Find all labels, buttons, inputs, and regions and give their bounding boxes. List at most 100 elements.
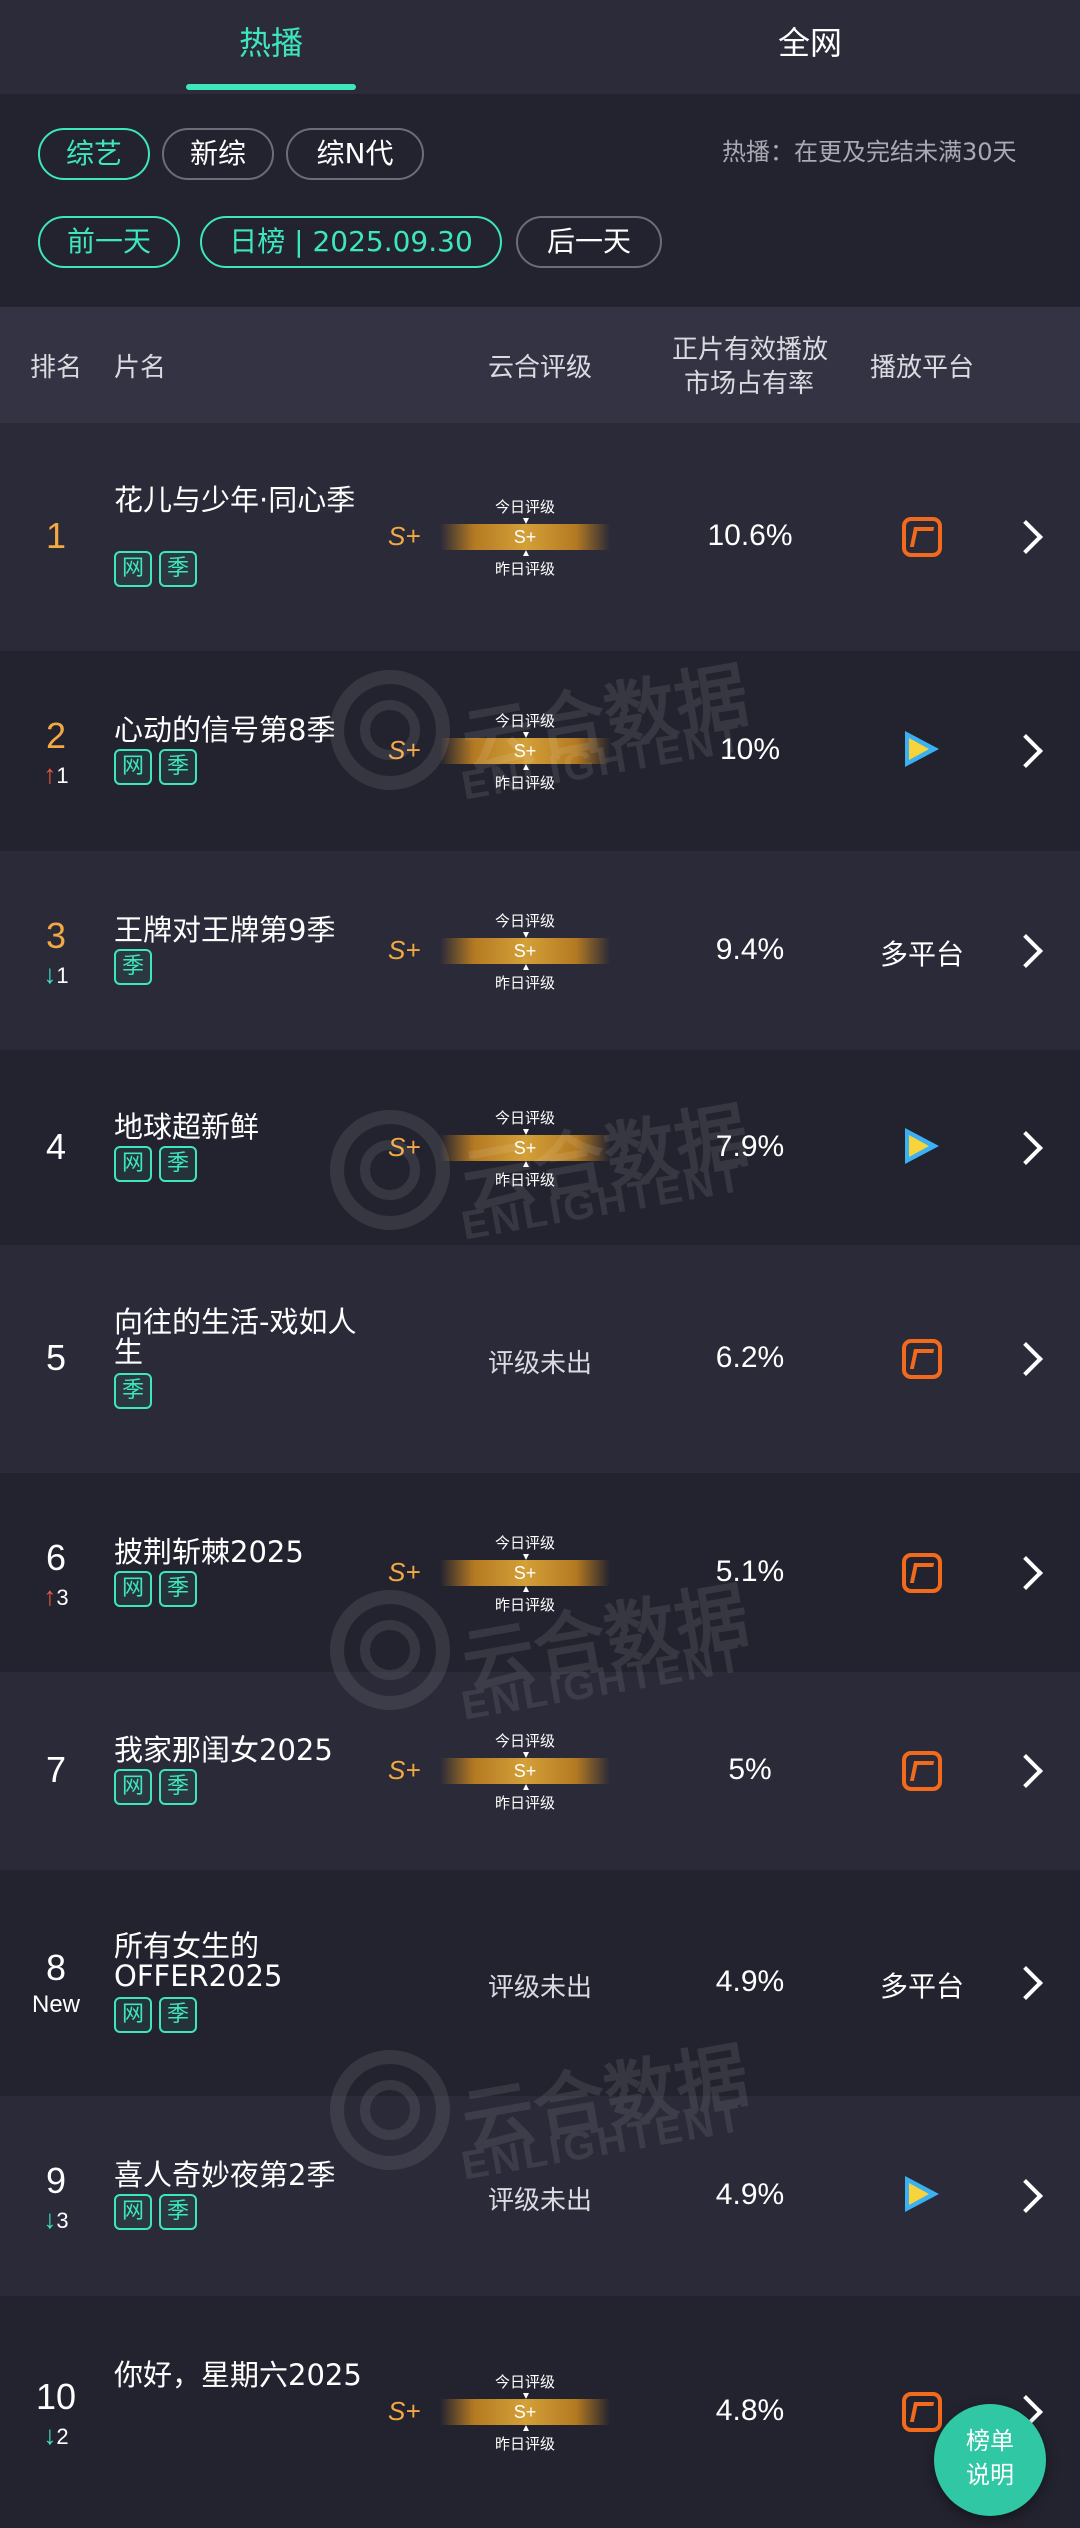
- rank-number: 8: [45, 1947, 67, 1988]
- platform[interactable]: [862, 2176, 982, 2216]
- show-title[interactable]: 披荆斩棘2025: [114, 1537, 384, 1567]
- chevron-right-icon[interactable]: [1009, 1966, 1043, 2000]
- chevron-right-icon[interactable]: [1009, 1342, 1043, 1376]
- show-tags: 网季: [114, 1997, 204, 2035]
- today-rating-label: 今日评级: [494, 712, 555, 730]
- rating-grade-bar: S+: [440, 524, 610, 550]
- show-title[interactable]: 所有女生的OFFER2025: [114, 1931, 384, 1991]
- chevron-right-icon[interactable]: [1009, 520, 1043, 554]
- filter-new-variety[interactable]: 新综: [162, 128, 274, 180]
- grade-label: S+: [388, 2396, 421, 2426]
- show-title[interactable]: 花儿与少年·同心季: [114, 485, 384, 515]
- arrow-down-icon: ↓: [43, 2420, 57, 2450]
- platform[interactable]: [862, 1127, 982, 1168]
- show-title[interactable]: 你好，星期六2025: [114, 2360, 384, 2390]
- tag-badge: 季: [159, 749, 197, 785]
- rating-bar: 今日评级 S+ 昨日评级: [440, 494, 610, 578]
- yesterday-rating-label: 昨日评级: [494, 2435, 555, 2453]
- platform[interactable]: [862, 1552, 982, 1597]
- show-tags: 网季: [114, 1769, 204, 1807]
- grade-label: S+: [388, 1131, 421, 1162]
- tag-badge: 网: [114, 1145, 152, 1182]
- filter-variety-sequel[interactable]: 综N代: [286, 128, 424, 180]
- tag-badge: 季: [159, 1145, 197, 1182]
- rating-grade-bar: S+: [440, 1134, 610, 1161]
- today-rating-label: 今日评级: [494, 1732, 555, 1750]
- platform[interactable]: [862, 517, 982, 561]
- rank-change-value: 3: [56, 2208, 69, 2233]
- chevron-right-icon[interactable]: [1009, 1130, 1043, 1165]
- rating-bar: 今日评级 S+ 昨日评级: [440, 908, 610, 992]
- platform[interactable]: [862, 1339, 982, 1383]
- chevron-right-icon[interactable]: [1009, 933, 1043, 968]
- table-row[interactable]: 4 地球超新鲜网季 S+ 今日评级 S+ 昨日评级 7.9%: [0, 1050, 1080, 1245]
- arrow-up-icon: ↑: [43, 759, 57, 789]
- header-name: 片名: [114, 353, 167, 383]
- show-tags: 网季: [114, 1145, 204, 1184]
- mango-tv-icon: [902, 1751, 942, 1791]
- platform[interactable]: [862, 731, 982, 771]
- ranking-explanation-button[interactable]: 榜单 说明: [934, 2404, 1046, 2516]
- tencent-video-icon: [905, 1127, 939, 1164]
- show-title[interactable]: 地球超新鲜: [114, 1112, 384, 1142]
- table-row[interactable]: 9 ↓3 喜人奇妙夜第2季网季 评级未出 4.9%: [0, 2096, 1080, 2296]
- next-day-button[interactable]: 后一天: [516, 216, 662, 268]
- table-row[interactable]: 10 ↓2 你好，星期六2025 S+ 今日评级 S+ 昨日评级 4.8%: [0, 2296, 1080, 2528]
- market-share: 5%: [728, 1753, 772, 1786]
- tag-badge: 网: [114, 749, 152, 785]
- table-row[interactable]: 6 ↑3 披荆斩棘2025 网季 S+ 今日评级 S+ 昨日评级 5.1%: [0, 1473, 1080, 1672]
- table-row[interactable]: 3 ↓1 王牌对王牌第9季季 S+ 今日评级 S+ 昨日评级 9.4% 多平台: [0, 851, 1080, 1050]
- yesterday-rating-label: 昨日评级: [494, 973, 555, 992]
- date-selector[interactable]: 日榜 | 2025.09.30: [200, 216, 502, 268]
- mango-tv-icon: [902, 517, 942, 557]
- chevron-right-icon[interactable]: [1009, 2179, 1043, 2213]
- platform-multi[interactable]: 多平台: [862, 1965, 982, 2005]
- rating-bar: 今日评级 S+ 昨日评级: [440, 1105, 610, 1189]
- tag-badge: 季: [159, 1769, 197, 1805]
- platform[interactable]: [862, 1751, 982, 1795]
- table-row[interactable]: 2 ↑1 心动的信号第8季网季 S+ 今日评级 S+ 昨日评级 10%: [0, 651, 1080, 851]
- show-title[interactable]: 喜人奇妙夜第2季: [114, 2160, 384, 2190]
- header-share-line2: 市场占有率: [684, 369, 815, 399]
- today-rating-label: 今日评级: [494, 2373, 555, 2391]
- chevron-right-icon[interactable]: [1009, 734, 1043, 768]
- market-share: 6.2%: [715, 1341, 785, 1374]
- rank-change-value: New: [31, 1991, 80, 2018]
- tag-badge: 网: [114, 551, 152, 587]
- show-title[interactable]: 王牌对王牌第9季: [114, 915, 384, 945]
- rating-grade-bar: S+: [440, 937, 610, 964]
- tencent-video-icon: [905, 2176, 939, 2212]
- arrow-down-icon: ↓: [43, 958, 57, 989]
- tab-hot-play[interactable]: 热播: [186, 0, 356, 90]
- yesterday-rating-label: 昨日评级: [494, 1170, 555, 1189]
- market-share: 10%: [719, 733, 781, 766]
- chevron-right-icon[interactable]: [1009, 1555, 1043, 1590]
- show-title[interactable]: 心动的信号第8季: [114, 715, 384, 745]
- header-rating: 云合评级: [488, 353, 593, 383]
- rating-not-available: 评级未出: [487, 1349, 592, 1379]
- yesterday-rating-label: 昨日评级: [494, 1595, 555, 1614]
- show-title[interactable]: 我家那闺女2025: [114, 1735, 384, 1765]
- table-row[interactable]: 1 花儿与少年·同心季网季 S+ 今日评级 S+ 昨日评级 10.6%: [0, 423, 1080, 651]
- rank-number: 7: [45, 1749, 67, 1790]
- market-share: 4.9%: [715, 2178, 785, 2211]
- rank-change: ↓1: [20, 959, 92, 990]
- tag-badge: 季: [159, 1570, 197, 1607]
- chevron-right-icon[interactable]: [1009, 1754, 1043, 1788]
- platform-multi[interactable]: 多平台: [862, 933, 982, 973]
- header-share-line1: 正片有效播放: [672, 335, 829, 365]
- mango-tv-icon: [902, 1552, 942, 1593]
- table-row[interactable]: 7 我家那闺女2025 网季 S+ 今日评级 S+ 昨日评级 5%: [0, 1672, 1080, 1870]
- rank-number: 1: [45, 515, 67, 556]
- prev-day-button[interactable]: 前一天: [38, 216, 180, 268]
- filter-variety[interactable]: 综艺: [38, 128, 150, 180]
- table-row[interactable]: 8 New 所有女生的OFFER2025 网季 评级未出 4.9% 多平台: [0, 1870, 1080, 2096]
- table-row[interactable]: 5 向往的生活-戏如人生季 评级未出 6.2%: [0, 1245, 1080, 1473]
- grade-label: S+: [388, 1755, 421, 1785]
- show-tags: 季: [114, 948, 159, 987]
- tag-badge: 网: [114, 1997, 152, 2033]
- tab-all-network[interactable]: 全网: [730, 0, 890, 90]
- show-title[interactable]: 向往的生活-戏如人生: [114, 1307, 384, 1367]
- rank-number: 2: [45, 715, 67, 756]
- table-header: 排名 片名 云合评级 正片有效播放 市场占有率 播放平台: [0, 307, 1080, 423]
